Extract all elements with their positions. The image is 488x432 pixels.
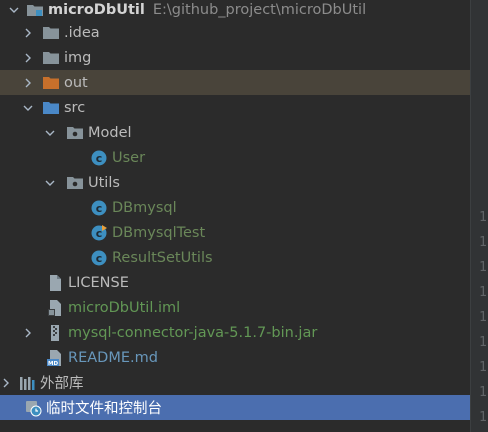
- tree-row-dbmysql[interactable]: c DBmysql: [0, 195, 470, 220]
- java-class-icon: c: [90, 199, 108, 217]
- chevron-right-icon[interactable]: [22, 45, 34, 70]
- tree-label-readme: README.md: [68, 349, 158, 366]
- line-number: 1: [479, 410, 487, 425]
- tree-label-resultsetutils: ResultSetUtils: [112, 249, 213, 266]
- project-tool-window: microDbUtil E:\github_project\microDbUti…: [0, 0, 470, 432]
- tree-label-external-libs: 外部库: [40, 376, 84, 392]
- jar-archive-icon: [46, 324, 64, 342]
- folder-icon: [42, 24, 60, 42]
- java-class-icon: c: [90, 249, 108, 267]
- line-number: 1: [479, 260, 487, 275]
- tree-row-out[interactable]: out: [0, 70, 470, 95]
- package-icon: [66, 174, 84, 192]
- tree-label-out: out: [64, 74, 88, 91]
- tree-label-img: img: [64, 49, 92, 66]
- line-number: 1: [479, 210, 487, 225]
- tree-row-idea[interactable]: .idea: [0, 20, 470, 45]
- tree-label-scratches: 临时文件和控制台: [46, 401, 162, 417]
- tree-label-dbmysqltest: DBmysqlTest: [112, 224, 206, 241]
- module-file-icon: [46, 299, 64, 317]
- line-number: 1: [479, 235, 487, 250]
- tree-row-jar[interactable]: mysql-connector-java-5.1.7-bin.jar: [0, 320, 470, 345]
- tree-label-iml: microDbUtil.iml: [68, 299, 181, 316]
- module-folder-icon: [26, 1, 44, 19]
- svg-text:c: c: [96, 227, 103, 240]
- java-class-runnable-icon: c: [90, 224, 108, 242]
- source-folder-icon: [42, 99, 60, 117]
- tree-label-jar: mysql-connector-java-5.1.7-bin.jar: [68, 324, 318, 341]
- line-number: 1: [479, 285, 487, 300]
- chevron-down-icon[interactable]: [8, 0, 20, 22]
- java-class-icon: c: [90, 149, 108, 167]
- tree-row-model[interactable]: Model: [0, 120, 470, 145]
- tree-row-external-libs[interactable]: 外部库: [0, 370, 470, 395]
- project-name: microDbUtil: [48, 1, 145, 18]
- editor-gutter: 1 1 1 1 1 1 1 1 1: [470, 0, 488, 432]
- line-number: 1: [479, 335, 487, 350]
- tree-row-resultsetutils[interactable]: c ResultSetUtils: [0, 245, 470, 270]
- markdown-file-icon: MD: [46, 349, 64, 367]
- tree-row-readme[interactable]: MD README.md: [0, 345, 470, 370]
- package-icon: [66, 124, 84, 142]
- tree-label-user: User: [112, 149, 146, 166]
- line-number: 1: [479, 310, 487, 325]
- tree-row-root[interactable]: microDbUtil E:\github_project\microDbUti…: [0, 0, 470, 22]
- project-path: E:\github_project\microDbUtil: [152, 1, 367, 18]
- tree-row-iml[interactable]: microDbUtil.iml: [0, 295, 470, 320]
- chevron-right-icon[interactable]: [22, 20, 34, 45]
- chevron-down-icon[interactable]: [44, 170, 56, 195]
- svg-text:c: c: [96, 252, 103, 265]
- chevron-right-icon[interactable]: [0, 370, 12, 395]
- tree-row-dbmysqltest[interactable]: c DBmysqlTest: [0, 220, 470, 245]
- chevron-down-icon[interactable]: [22, 95, 34, 120]
- chevron-down-icon[interactable]: [44, 120, 56, 145]
- tree-row-img[interactable]: img: [0, 45, 470, 70]
- svg-text:c: c: [96, 202, 103, 215]
- text-file-icon: [46, 274, 64, 292]
- svg-text:c: c: [96, 152, 103, 165]
- svg-text:MD: MD: [48, 361, 58, 367]
- chevron-right-icon[interactable]: [22, 320, 34, 345]
- tree-row-src[interactable]: src: [0, 95, 470, 120]
- scratches-icon: [24, 399, 42, 417]
- tree-row-user[interactable]: c User: [0, 145, 470, 170]
- library-icon: [18, 374, 36, 392]
- tree-label-idea: .idea: [64, 24, 100, 41]
- line-number: 1: [479, 360, 487, 375]
- excluded-folder-icon: [42, 74, 60, 92]
- tree-row-utils[interactable]: Utils: [0, 170, 470, 195]
- chevron-right-icon[interactable]: [22, 70, 34, 95]
- tree-label-utils: Utils: [88, 174, 120, 191]
- tree-label-dbmysql: DBmysql: [112, 199, 177, 216]
- tree-row-scratches[interactable]: 临时文件和控制台: [0, 395, 470, 420]
- line-number: 1: [479, 385, 487, 400]
- folder-icon: [42, 49, 60, 67]
- tree-label-license: LICENSE: [68, 274, 129, 291]
- tree-label-src: src: [64, 99, 86, 116]
- tree-row-license[interactable]: LICENSE: [0, 270, 470, 295]
- tree-label-model: Model: [88, 124, 132, 141]
